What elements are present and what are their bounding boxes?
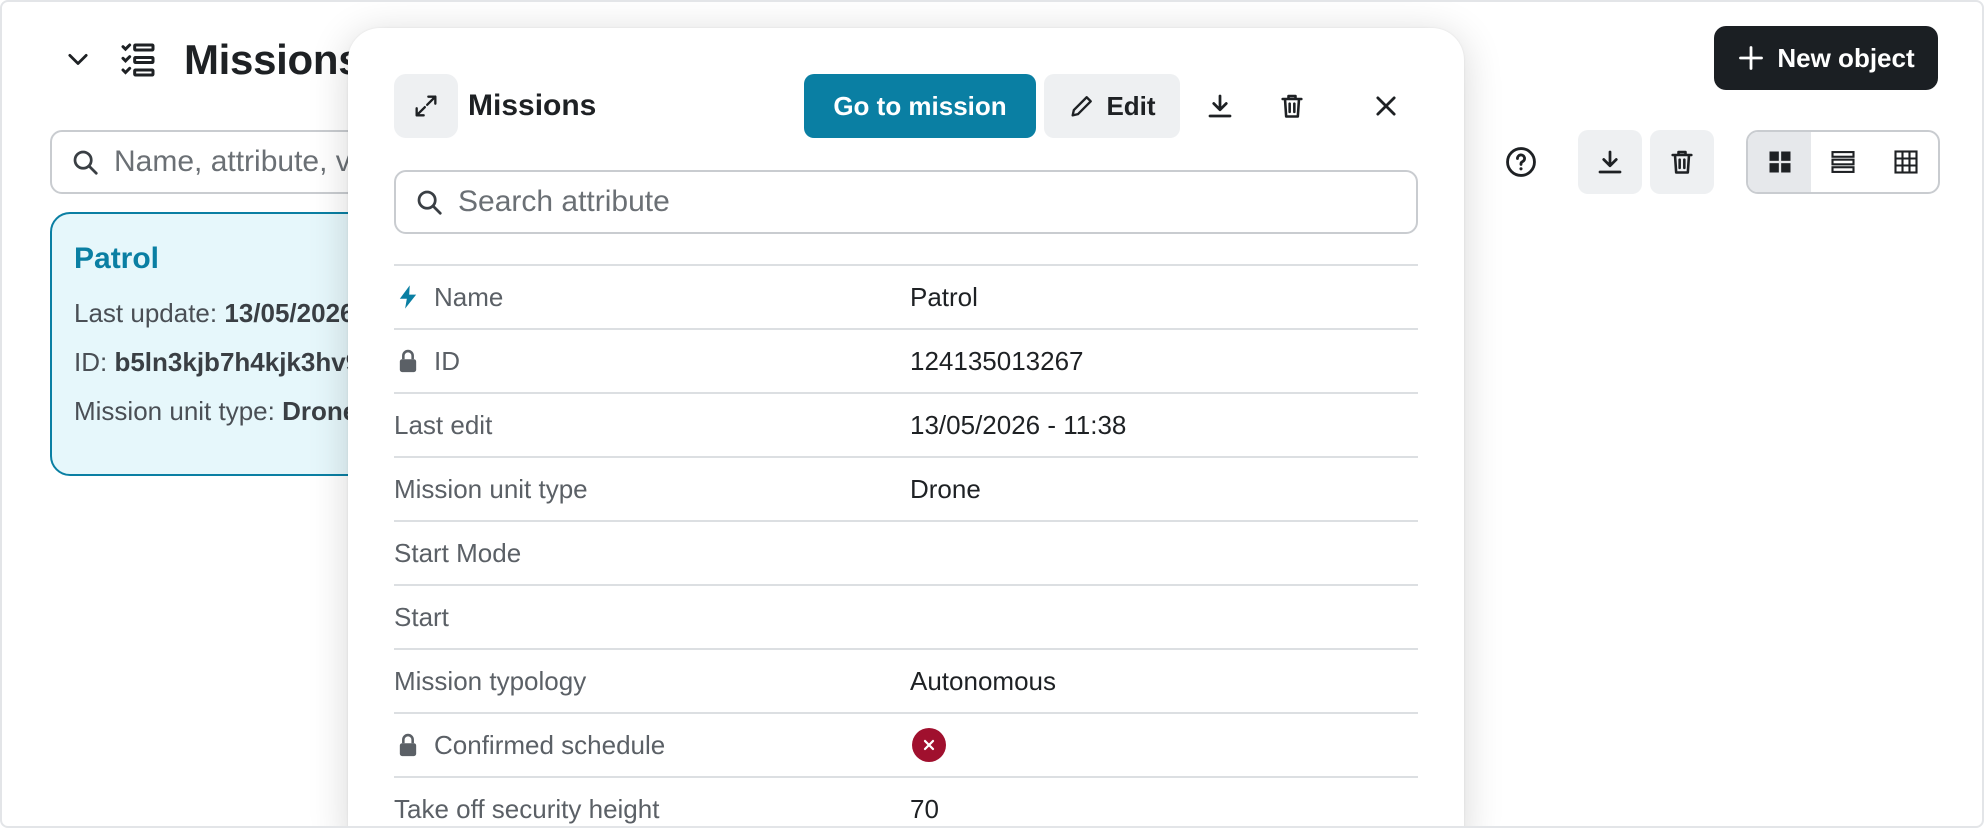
edit-button[interactable]: Edit (1044, 74, 1180, 138)
attribute-label: Take off security height (394, 793, 660, 824)
attribute-label-cell: Last edit (394, 410, 910, 441)
export-button[interactable] (1578, 130, 1642, 194)
download-icon (1598, 150, 1622, 174)
expand-button[interactable] (394, 74, 458, 138)
attribute-label-cell: Start (394, 602, 910, 633)
attribute-label: Name (434, 281, 504, 312)
attribute-label-cell: Take off security height (394, 794, 910, 825)
go-to-mission-button[interactable]: Go to mission (804, 74, 1036, 138)
false-badge-icon (912, 728, 946, 762)
attribute-label: Confirmed schedule (434, 729, 666, 760)
lock-icon (399, 733, 417, 757)
card-last-update-label: Last update: (74, 298, 218, 328)
trash-icon (1281, 94, 1303, 118)
search-icon (73, 150, 98, 175)
page-header: Missions (64, 36, 362, 84)
attribute-value: 70 (910, 793, 939, 824)
attribute-value (910, 728, 946, 762)
new-object-button[interactable]: New object (1714, 26, 1938, 90)
card-unit-type-value: Drone (282, 396, 358, 426)
grid-icon (1769, 151, 1791, 173)
view-mode-toggle (1746, 130, 1940, 194)
close-icon (1376, 96, 1396, 116)
help-icon[interactable] (1504, 145, 1538, 179)
grid-view-button[interactable] (1748, 132, 1812, 192)
attribute-label: Start (394, 601, 449, 632)
attribute-row-start: Start (394, 586, 1418, 650)
attribute-row-start-mode: Start Mode (394, 522, 1418, 586)
attribute-row-last-edit: Last edit 13/05/2026 - 11:38 (394, 394, 1418, 458)
attribute-label-cell: Mission unit type (394, 474, 910, 505)
attribute-value: 13/05/2026 - 11:38 (910, 409, 1127, 440)
modal-title: Missions (468, 89, 597, 122)
list-icon (1831, 151, 1855, 173)
search-icon (417, 190, 442, 215)
attribute-row-mission-typology: Mission typology Autonomous (394, 650, 1418, 714)
attribute-label: Mission typology (394, 665, 587, 696)
card-id-value: b5ln3kjb7h4kjk3hv9 (114, 347, 361, 377)
chevron-down-icon[interactable] (64, 46, 92, 74)
close-button[interactable] (1354, 74, 1418, 138)
lock-icon (399, 349, 417, 373)
object-detail-modal: Missions Go to mission Edit Search attri… (348, 28, 1464, 826)
app-window: Missions New object Patrol Last update: … (0, 0, 1984, 828)
bolt-icon (399, 285, 417, 309)
card-unit-type-label: Mission unit type: (74, 396, 275, 426)
new-object-label: New object (1777, 42, 1915, 73)
plus-icon (1739, 46, 1764, 70)
list-view-button[interactable] (1811, 132, 1874, 192)
pencil-icon (1071, 96, 1093, 117)
attribute-row-take-off-security-height: Take off security height 70 (394, 778, 1418, 826)
modal-actions: Go to mission Edit (804, 74, 1418, 138)
trash-icon (1671, 150, 1693, 174)
attribute-label-cell: Mission typology (394, 666, 910, 697)
expand-icon (415, 95, 437, 117)
page-title: Missions (184, 36, 362, 83)
attribute-row-name: Name Patrol (394, 266, 1418, 330)
attribute-label-cell: Confirmed schedule (394, 730, 910, 761)
attribute-row-confirmed-schedule: Confirmed schedule (394, 714, 1418, 778)
attribute-value: Patrol (910, 281, 978, 312)
attribute-row-id: ID 124135013267 (394, 330, 1418, 394)
attribute-search[interactable] (394, 170, 1418, 234)
edit-label: Edit (1106, 90, 1156, 121)
checklist-icon (118, 40, 158, 80)
attribute-search-input[interactable] (458, 185, 1358, 219)
delete-button[interactable] (1650, 130, 1714, 194)
attribute-row-mission-unit-type: Mission unit type Drone (394, 458, 1418, 522)
attribute-label: Start Mode (394, 537, 522, 568)
modal-header: Missions Go to mission Edit (394, 74, 1418, 138)
table-icon (1894, 150, 1918, 174)
attribute-label: Last edit (394, 409, 493, 440)
attribute-value: Autonomous (910, 665, 1056, 696)
attribute-value: Drone (910, 473, 981, 504)
table-view-button[interactable] (1875, 132, 1938, 192)
attribute-label: Mission unit type (394, 473, 588, 504)
attribute-label-cell: ID (394, 346, 910, 377)
attribute-label: ID (434, 345, 460, 376)
attribute-label-cell: Name (394, 282, 910, 313)
attribute-value: 124135013267 (910, 345, 1084, 376)
modal-download-button[interactable] (1188, 74, 1252, 138)
modal-delete-button[interactable] (1260, 74, 1324, 138)
attribute-table: Name Patrol ID 124135013267 Last edit 13… (394, 264, 1418, 826)
download-icon (1208, 94, 1232, 118)
attribute-label-cell: Start Mode (394, 538, 910, 569)
card-id-label: ID: (74, 347, 108, 377)
